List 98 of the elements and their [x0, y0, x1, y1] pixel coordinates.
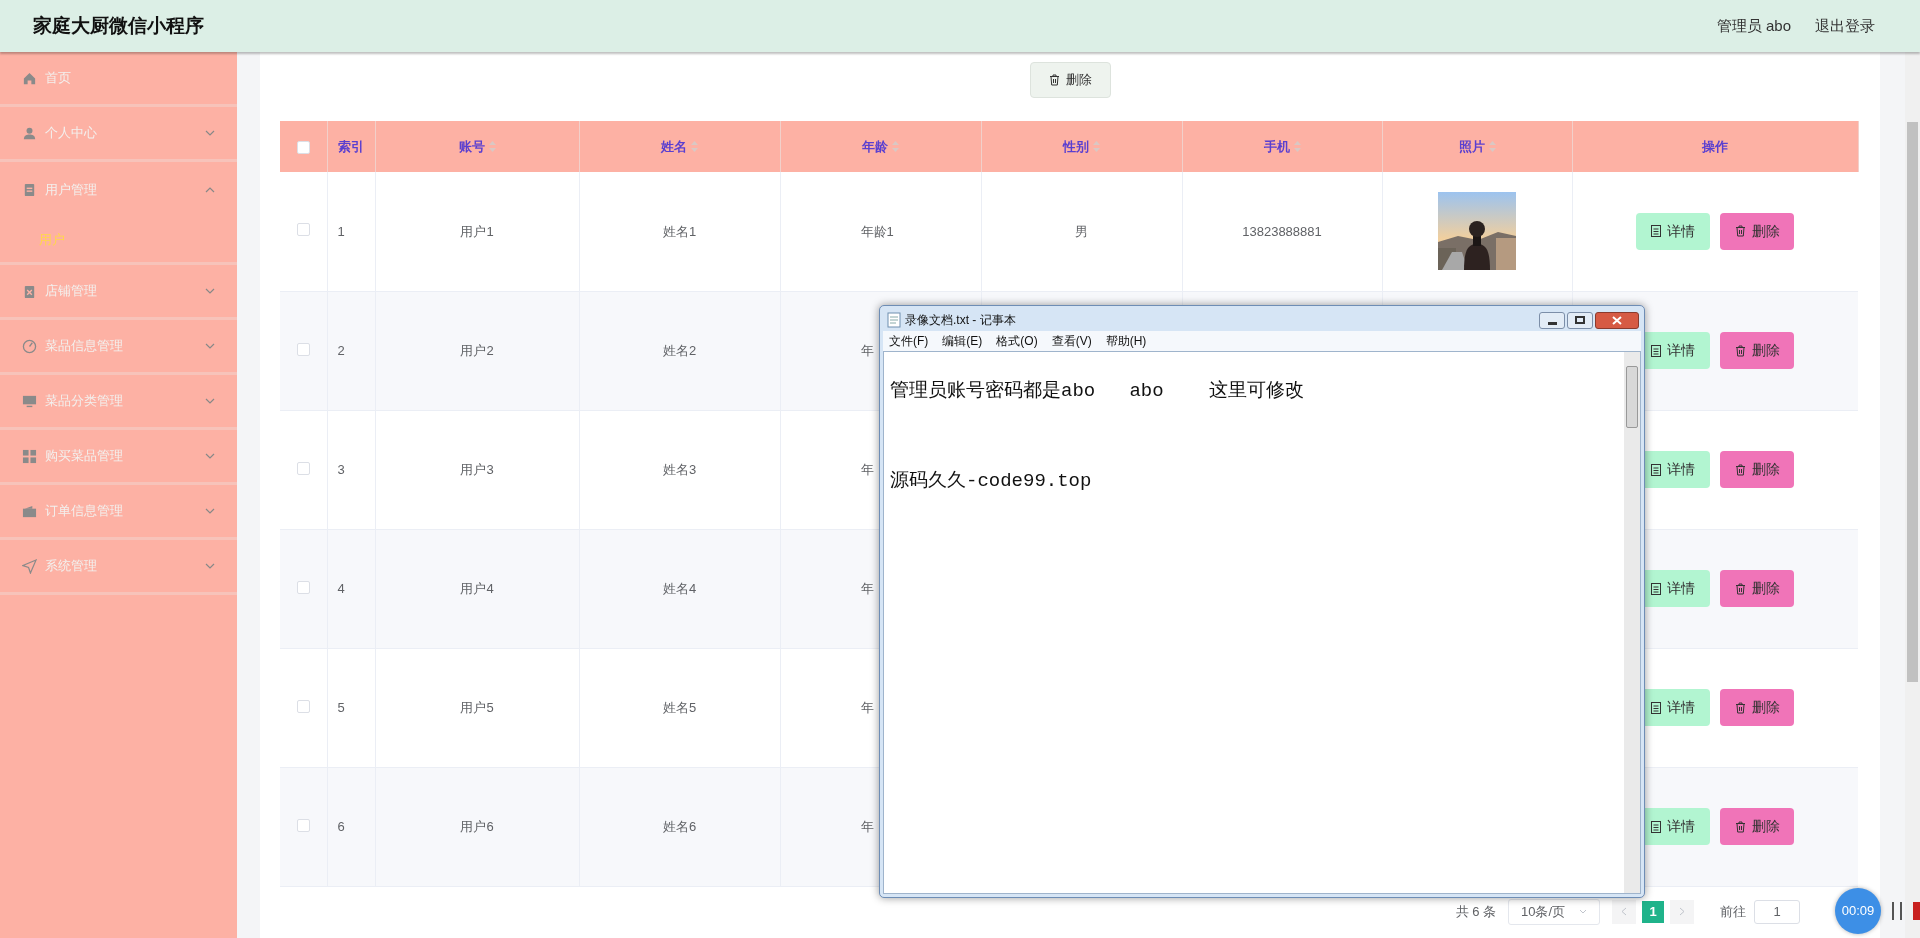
text-line: 管理员账号密码都是abo abo 这里可修改	[890, 379, 1306, 404]
page-input[interactable]: 1	[1754, 899, 1800, 924]
admin-name: 管理员 abo	[1716, 15, 1791, 36]
pause-icon[interactable]	[1891, 902, 1903, 920]
trash-icon	[1734, 820, 1746, 833]
logout-link[interactable]: 退出登录	[1815, 14, 1875, 38]
document-icon	[1651, 344, 1662, 357]
delete-button[interactable]: 删除	[1720, 332, 1795, 369]
table-cell: 姓名1	[662, 223, 697, 239]
detail-button[interactable]: 详情	[1636, 212, 1711, 250]
wallet-icon	[22, 503, 37, 519]
table-cell: 用户2	[460, 342, 494, 358]
trash-icon	[1734, 225, 1746, 238]
table-cell: 年	[860, 461, 874, 477]
menu-item[interactable]: 文件(F)	[889, 332, 929, 350]
delete-button[interactable]: 删除	[1720, 808, 1795, 845]
menu-item[interactable]: 格式(O)	[996, 332, 1038, 350]
table-cell: 用户1	[460, 223, 494, 239]
window-title: 录像文档.txt - 记事本	[905, 312, 1016, 329]
table-cell: 姓名6	[662, 818, 697, 834]
sort-icon[interactable]	[488, 141, 496, 152]
trash-icon	[1734, 344, 1746, 357]
send-icon	[22, 558, 37, 574]
row-checkbox[interactable]	[296, 818, 310, 832]
trash-icon	[1734, 582, 1746, 595]
table-cell: 姓名4	[662, 580, 697, 596]
minimize-button[interactable]	[1539, 311, 1565, 329]
table-cell: 年龄1	[860, 223, 894, 239]
gauge-icon	[22, 338, 37, 354]
scrollbar[interactable]	[1624, 352, 1640, 893]
table-cell: 6	[337, 818, 345, 834]
close-button[interactable]	[1595, 311, 1639, 329]
table-cell: 年	[860, 818, 874, 834]
page-button[interactable]: 1	[1642, 900, 1664, 923]
trash-icon	[1734, 463, 1746, 476]
delete-button[interactable]: 删除	[1720, 451, 1795, 488]
sort-icon[interactable]	[892, 141, 899, 152]
delete-button[interactable]: 删除	[1720, 689, 1795, 726]
sort-icon[interactable]	[691, 141, 698, 152]
table-cell: 用户5	[460, 699, 494, 715]
chevron-right-icon	[1679, 907, 1685, 916]
stop-icon[interactable]	[1913, 902, 1920, 920]
row-checkbox[interactable]	[296, 699, 310, 713]
sort-icon[interactable]	[1488, 141, 1496, 152]
menu-item[interactable]: 帮助(H)	[1105, 332, 1147, 350]
trash-icon	[1048, 74, 1060, 86]
next-page-button[interactable]	[1670, 899, 1694, 924]
scrollbar[interactable]	[1905, 52, 1920, 938]
document-icon	[1651, 225, 1662, 238]
table-cell: 4	[337, 580, 345, 596]
table-cell: 姓名3	[662, 461, 697, 477]
delete-button[interactable]: 删除	[1720, 570, 1795, 607]
sort-icon[interactable]	[1093, 141, 1100, 152]
previous-page-button[interactable]	[1612, 899, 1636, 924]
app-title: 家庭大厨微信小程序	[33, 13, 204, 38]
clipboard-icon	[22, 283, 37, 299]
menu-item[interactable]: 编辑(E)	[942, 332, 983, 350]
table-cell: 2	[337, 342, 345, 358]
table-cell: 男	[1075, 223, 1088, 239]
row-checkbox[interactable]	[296, 223, 310, 237]
row-checkbox[interactable]	[296, 461, 310, 475]
table-cell: 年	[860, 342, 874, 358]
document-icon	[1651, 820, 1662, 833]
goto-label: 前往	[1720, 902, 1746, 921]
monitor-icon	[22, 393, 37, 409]
grid-icon	[22, 448, 37, 464]
document-icon	[1651, 463, 1662, 476]
document-icon	[1651, 582, 1662, 595]
maximize-button[interactable]	[1567, 311, 1593, 329]
table-cell: 13823888881	[1242, 223, 1322, 239]
table-cell: 用户3	[460, 461, 494, 477]
close-icon	[1612, 315, 1622, 325]
trash-icon	[1734, 701, 1746, 714]
chevron-left-icon	[1621, 907, 1627, 916]
row-checkbox[interactable]	[296, 580, 310, 594]
caret-icon	[1579, 909, 1587, 914]
row-checkbox[interactable]	[296, 342, 310, 356]
table-cell: 年	[860, 699, 874, 715]
table-cell: 用户6	[460, 818, 494, 834]
delete-button[interactable]: 删除	[1720, 212, 1795, 250]
table-cell: 5	[337, 699, 345, 715]
user-icon	[22, 125, 37, 141]
home-icon	[22, 70, 37, 86]
sort-icon[interactable]	[1293, 141, 1301, 152]
table-cell: 用户4	[460, 580, 494, 596]
document-icon	[1651, 701, 1662, 714]
delete-button[interactable]: 删除	[1029, 62, 1111, 98]
table-cell: 3	[337, 461, 345, 477]
select-all-checkbox[interactable]	[296, 140, 310, 154]
menu-item[interactable]: 查看(V)	[1051, 332, 1092, 350]
table-cell: 年	[860, 580, 874, 596]
clipboard-icon	[22, 182, 37, 197]
text-line: 源码久久-code99.top	[890, 469, 1093, 494]
table-cell: 姓名2	[662, 342, 697, 358]
table-cell: 1	[337, 223, 345, 239]
total-count: 共 6 条	[1455, 902, 1496, 921]
document-icon	[887, 312, 901, 328]
table-cell: 姓名5	[662, 699, 697, 715]
